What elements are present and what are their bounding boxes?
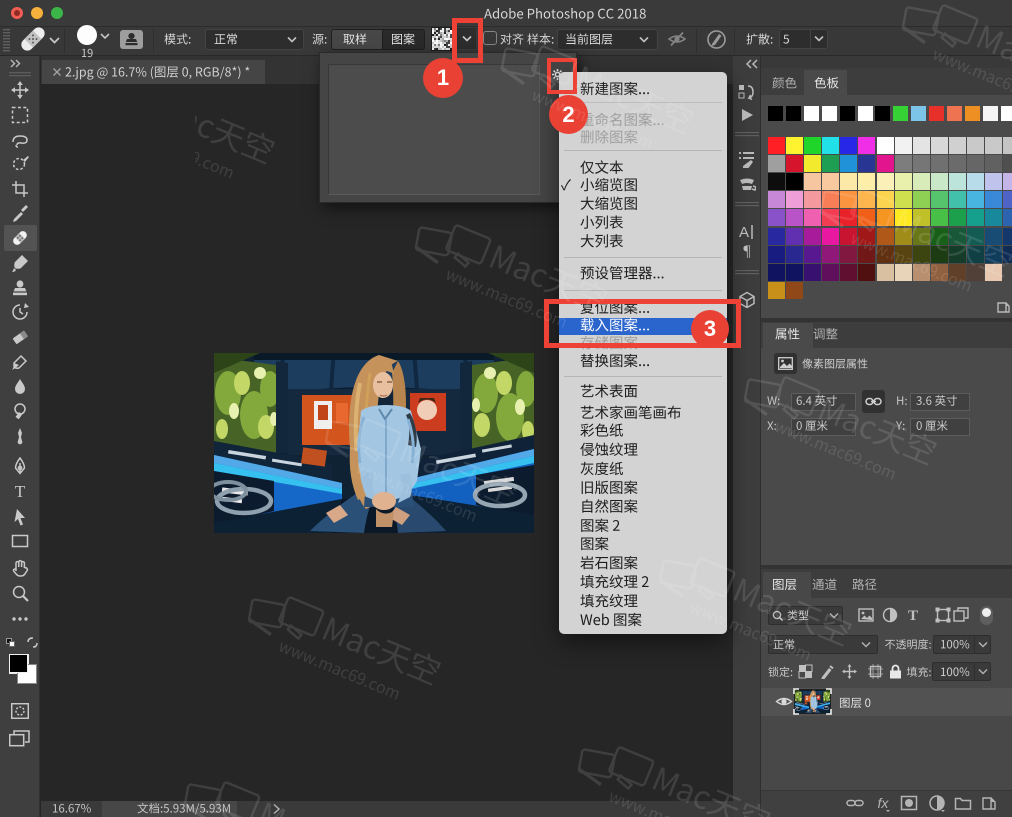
svg-text:T: T [908,608,918,623]
svg-text:fx: fx [878,795,890,811]
svg-text:T: T [15,482,26,500]
svg-text:¶: ¶ [743,243,751,260]
svg-text:A: A [739,224,749,241]
